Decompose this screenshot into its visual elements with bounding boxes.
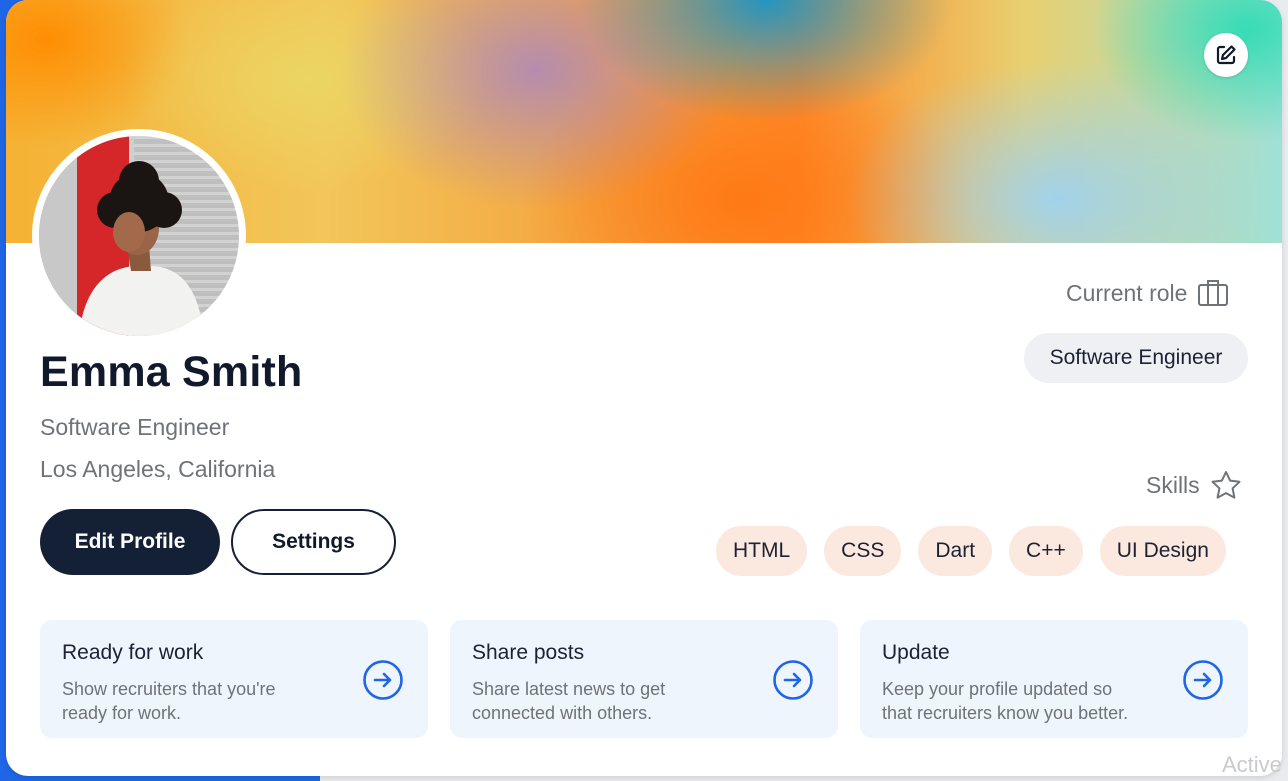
skill-chip: UI Design <box>1099 526 1226 576</box>
share-posts-tile[interactable]: Share posts Share latest news to get con… <box>450 620 838 738</box>
edit-profile-button[interactable]: Edit Profile <box>40 509 220 575</box>
tile-title: Ready for work <box>62 641 204 664</box>
skill-chip: CSS <box>824 526 902 576</box>
skills-label: Skills <box>1146 471 1200 498</box>
avatar-photo <box>39 136 239 336</box>
arrow-right-circle-icon[interactable] <box>772 659 814 701</box>
arrow-right-circle-icon[interactable] <box>362 659 404 701</box>
tile-description-line: Keep your profile updated so <box>882 679 1113 699</box>
edit-icon <box>1216 45 1236 65</box>
settings-button[interactable]: Settings <box>231 509 396 575</box>
tile-description: Keep your profile updated so that recrui… <box>882 677 1128 725</box>
ready-for-work-tile[interactable]: Ready for work Show recruiters that you'… <box>40 620 428 738</box>
avatar <box>32 129 246 343</box>
tile-description-line: that recruiters know you better. <box>882 703 1129 723</box>
skill-chip: Dart <box>918 526 993 576</box>
tile-description-line: Share latest news to get <box>472 679 666 699</box>
tile-title: Share posts <box>472 641 585 664</box>
skills-list: HTML CSS Dart C++ UI Design <box>716 526 1226 576</box>
update-tile[interactable]: Update Keep your profile updated so that… <box>860 620 1248 738</box>
briefcase-icon <box>1198 280 1229 306</box>
star-icon <box>1211 471 1241 499</box>
tile-title: Update <box>882 641 950 664</box>
current-role-chip: Software Engineer <box>1024 333 1248 383</box>
tile-description-line: ready for work. <box>62 703 182 723</box>
profile-card: Emma Smith Software Engineer Los Angeles… <box>6 0 1282 776</box>
current-role-label: Current role <box>1066 279 1188 306</box>
skill-chip: C++ <box>1009 526 1083 576</box>
activation-watermark: Active <box>1222 752 1282 777</box>
arrow-right-circle-icon[interactable] <box>1182 659 1224 701</box>
tile-description: Share latest news to get connected with … <box>472 677 665 725</box>
skill-chip: HTML <box>716 526 808 576</box>
tile-description-line: connected with others. <box>472 703 653 723</box>
tile-description-line: Show recruiters that you're <box>62 679 276 699</box>
profile-title: Software Engineer <box>40 414 230 440</box>
tile-description: Show recruiters that you're ready for wo… <box>62 677 276 725</box>
edit-cover-button[interactable] <box>1204 33 1248 77</box>
current-role-header: Current role <box>1066 278 1229 308</box>
skills-header: Skills <box>1146 470 1242 500</box>
profile-name: Emma Smith <box>40 348 303 396</box>
profile-location: Los Angeles, California <box>40 456 276 482</box>
